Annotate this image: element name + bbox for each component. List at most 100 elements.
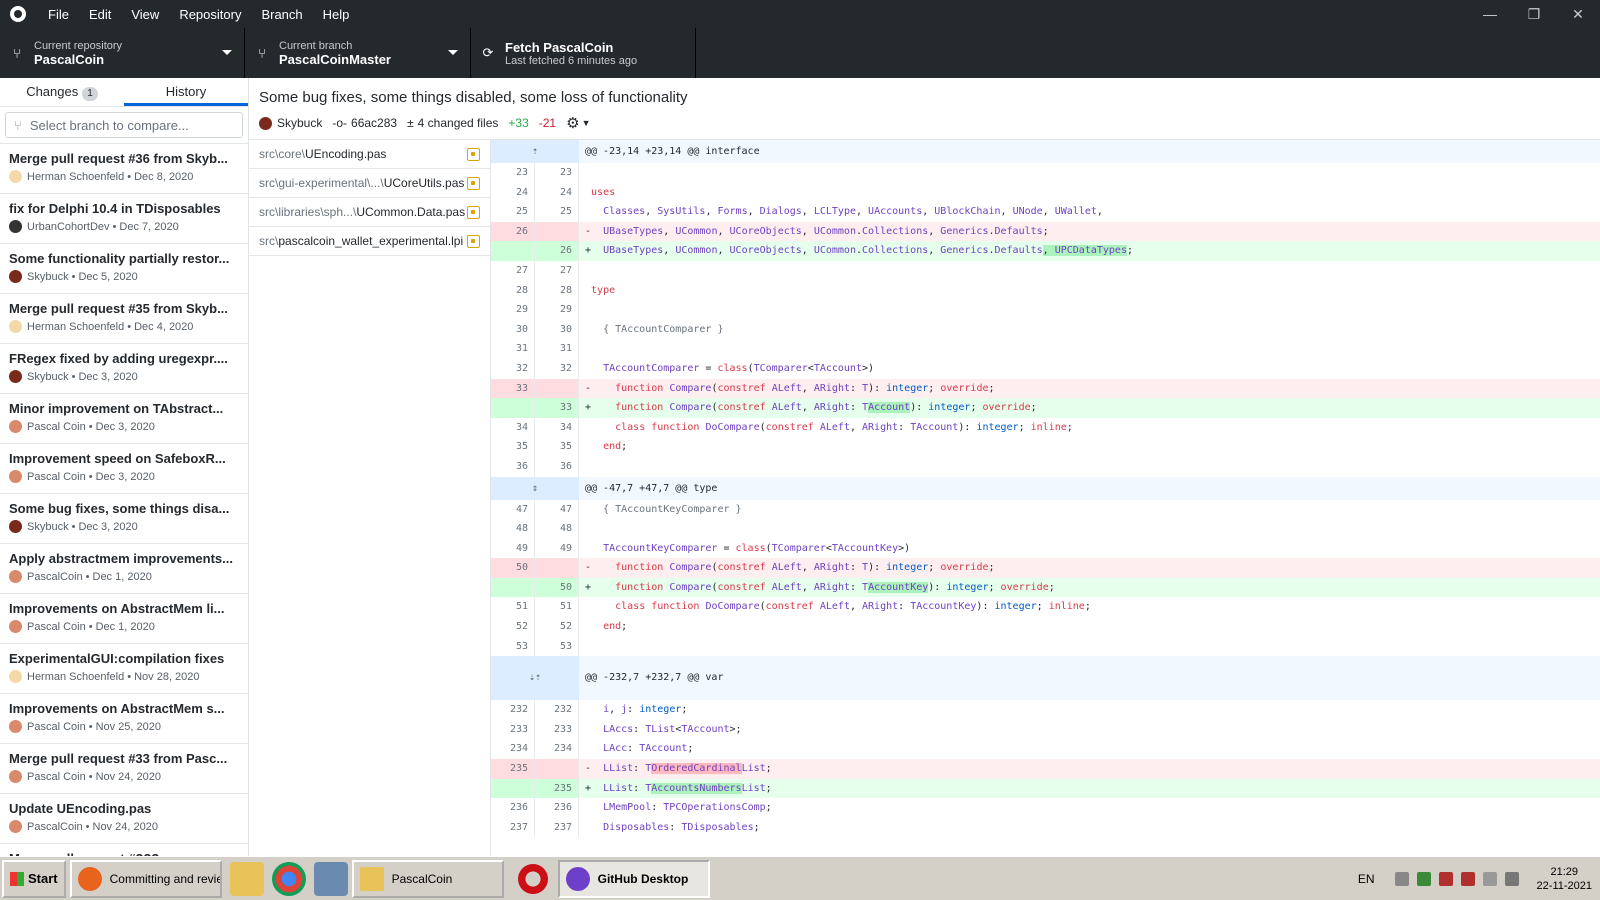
commit-list-item[interactable]: fix for Delphi 10.4 in TDisposables Urban… — [0, 194, 248, 244]
commit-list-item[interactable]: Merge pull request #???• — [0, 844, 248, 856]
diff-line-context[interactable]: 23 23 — [491, 163, 1600, 183]
diff-line-context[interactable]: 24 24 uses — [491, 182, 1600, 203]
diff-line-context[interactable]: 28 28 type — [491, 280, 1600, 301]
diff-line-added[interactable]: 26 + UBaseTypes, UCommon, UCoreObjects, U… — [491, 241, 1600, 261]
menu-view[interactable]: View — [121, 7, 169, 22]
language-indicator[interactable]: EN — [1358, 872, 1375, 886]
old-line-number: 36 — [491, 456, 535, 477]
diff-line-added[interactable]: 235 + LList: TAccountsNumbersList; — [491, 778, 1600, 799]
restore-icon[interactable]: ❐ — [1512, 6, 1556, 23]
opera-icon[interactable] — [517, 863, 548, 894]
clock[interactable]: 21:29 22-11-2021 — [1537, 865, 1592, 893]
branch-compare-input[interactable]: ⑂ Select branch to compare... — [5, 112, 243, 138]
start-button[interactable]: Start — [2, 859, 66, 898]
commit-list-item[interactable]: FRegex fixed by adding uregexpr.... Skybu… — [0, 344, 248, 394]
close-icon[interactable]: ✕ — [1556, 6, 1600, 23]
diff-line-deleted[interactable]: 33 - function Compare(constref ALeft, ARi… — [491, 378, 1600, 399]
volume-icon[interactable] — [1394, 871, 1409, 886]
expand-context-icon[interactable]: ⇡ — [491, 140, 579, 163]
diff-line-context[interactable]: 29 29 — [491, 300, 1600, 320]
alert-icon[interactable] — [1460, 871, 1475, 886]
changed-file-item[interactable]: src\ pascalcoin_wallet_experimental.lpi — [249, 227, 490, 256]
commit-sha[interactable]: -o- 66ac283 — [332, 116, 397, 130]
tab-changes[interactable]: Changes 1 — [0, 78, 124, 106]
current-repository-button[interactable]: ⑂ Current repository PascalCoin — [0, 28, 245, 78]
diff-line-context[interactable]: 27 27 — [491, 260, 1600, 281]
diff-line-context[interactable]: 36 36 — [491, 456, 1600, 477]
commit-list-item[interactable]: Some functionality partially restor... Sk… — [0, 244, 248, 294]
diff-line-context[interactable]: 31 31 — [491, 339, 1600, 359]
computer-icon[interactable] — [313, 861, 348, 896]
diff-line-context[interactable]: 236 236 LMemPool: TPCOperationsComp; — [491, 798, 1600, 818]
menu-file[interactable]: File — [38, 7, 79, 22]
old-line-number: 23 — [491, 163, 535, 183]
changed-file-item[interactable]: src\gui-experimental\...\ UCoreUtils.pas — [249, 169, 490, 198]
minimize-icon[interactable]: — — [1468, 6, 1512, 23]
diff-line-context[interactable]: 32 32 TAccountComparer = class(TComparer<… — [491, 358, 1600, 379]
diff-line-context[interactable]: 232 232 i, j: integer; — [491, 700, 1600, 720]
taskbar-firefox[interactable]: Committing and revie... — [69, 859, 222, 898]
diff-line-context[interactable]: 25 25 Classes, SysUtils, Forms, Dialogs, … — [491, 202, 1600, 222]
current-branch-button[interactable]: ⑂ Current branch PascalCoinMaster — [245, 28, 471, 78]
menu-repository[interactable]: Repository — [169, 7, 251, 22]
diff-line-context[interactable]: 51 51 class function DoCompare(constref A… — [491, 597, 1600, 618]
new-line-number: 35 — [535, 437, 579, 457]
diff-line-context[interactable]: 34 34 class function DoCompare(constref A… — [491, 417, 1600, 438]
menu-help[interactable]: Help — [313, 7, 360, 22]
network-icon[interactable] — [1416, 871, 1431, 886]
diff-line-context[interactable]: 233 233 LAccs: TList<TAccount>; — [491, 719, 1600, 740]
taskbar-pascalcoin-folder[interactable]: PascalCoin — [351, 859, 504, 898]
file-dir: src\core\ — [259, 147, 306, 161]
diff-line-context[interactable]: 52 52 end; — [491, 617, 1600, 637]
diff-line-context[interactable]: 49 49 TAccountKeyComparer = class(TCompar… — [491, 538, 1600, 559]
diff-line-context[interactable]: 30 30 { TAccountComparer } — [491, 319, 1600, 340]
commit-list-item[interactable]: Apply abstractmem improvements... PascalC… — [0, 544, 248, 594]
github-desktop-icon — [565, 866, 590, 891]
chrome-icon[interactable] — [271, 861, 306, 896]
diff-line-deleted[interactable]: 50 - function Compare(constref ALeft, ARi… — [491, 558, 1600, 578]
branch-compare-placeholder: Select branch to compare... — [29, 117, 189, 133]
diff-line-context[interactable]: 47 47 { TAccountKeyComparer } — [491, 499, 1600, 520]
commit-list-item[interactable]: Merge pull request #33 from Pasc... Pasca… — [0, 744, 248, 794]
menu-bar: File Edit View Repository Branch Help — [38, 7, 359, 22]
taskbar-github-desktop[interactable]: GitHub Desktop — [557, 859, 710, 898]
commit-list-item[interactable]: Some bug fixes, some things disa... Skybu… — [0, 494, 248, 544]
commit-list-item[interactable]: Improvements on AbstractMem li... Pascal … — [0, 594, 248, 644]
explorer-icon[interactable] — [229, 861, 264, 896]
hunk-header-text: @@ -23,14 +23,14 @@ interface — [585, 146, 760, 157]
expand-context-icon[interactable]: ⇣⇡ — [491, 656, 579, 701]
diff-line-context[interactable]: 53 53 — [491, 636, 1600, 657]
expand-context-icon[interactable]: ⇕ — [491, 476, 579, 500]
diff-line-added[interactable]: 50 + function Compare(constref ALeft, ARi… — [491, 577, 1600, 598]
menu-edit[interactable]: Edit — [79, 7, 121, 22]
diff-line-context[interactable]: 48 48 — [491, 519, 1600, 539]
commit-list-item[interactable]: Merge pull request #36 from Skyb... Herma… — [0, 144, 248, 194]
diff-settings-button[interactable]: ⚙ ▼ — [566, 114, 590, 132]
branch-icon: ⑂ — [14, 117, 22, 133]
avatar — [9, 820, 22, 833]
commit-list-item[interactable]: Improvements on AbstractMem s... Pascal C… — [0, 694, 248, 744]
changed-file-item[interactable]: src\libraries\sph...\ UCommon.Data.pas — [249, 198, 490, 227]
menu-branch[interactable]: Branch — [251, 7, 312, 22]
commit-list-item[interactable]: Improvement speed on SafeboxR... Pascal C… — [0, 444, 248, 494]
commit-item-date: Dec 1, 2020 — [95, 620, 155, 633]
diff-line-context[interactable]: 234 234 LAcc: TAccount; — [491, 739, 1600, 760]
diff-line-deleted[interactable]: 235 - LList: TOrderedCardinalList; — [491, 759, 1600, 779]
battery-icon[interactable] — [1482, 871, 1497, 886]
diff-line-deleted[interactable]: 26 - UBaseTypes, UCommon, UCoreObjects, U… — [491, 221, 1600, 242]
commit-item-meta: Herman Schoenfeld • Dec 4, 2020 — [9, 320, 239, 333]
diff-line-context[interactable]: 237 237 Disposables: TDisposables; — [491, 817, 1600, 838]
changed-file-item[interactable]: src\core\ UEncoding.pas — [249, 140, 490, 169]
new-line-number: 236 — [535, 798, 579, 818]
tab-history[interactable]: History — [124, 78, 248, 106]
security-icon[interactable] — [1438, 871, 1453, 886]
commit-list-item[interactable]: Merge pull request #35 from Skyb... Herma… — [0, 294, 248, 344]
diff-line-added[interactable]: 33 + function Compare(constref ALeft, ARi… — [491, 398, 1600, 418]
commit-list-item[interactable]: Update UEncoding.pas PascalCoin • Nov 24, 2… — [0, 794, 248, 844]
commit-list-item[interactable]: ExperimentalGUI:compilation fixes Herman … — [0, 644, 248, 694]
commit-list-item[interactable]: Minor improvement on TAbstract... Pascal … — [0, 394, 248, 444]
display-icon[interactable] — [1504, 871, 1519, 886]
avatar — [9, 220, 22, 233]
fetch-button[interactable]: ⟳ Fetch PascalCoin Last fetched 6 minute… — [471, 28, 696, 78]
diff-line-context[interactable]: 35 35 end; — [491, 437, 1600, 457]
